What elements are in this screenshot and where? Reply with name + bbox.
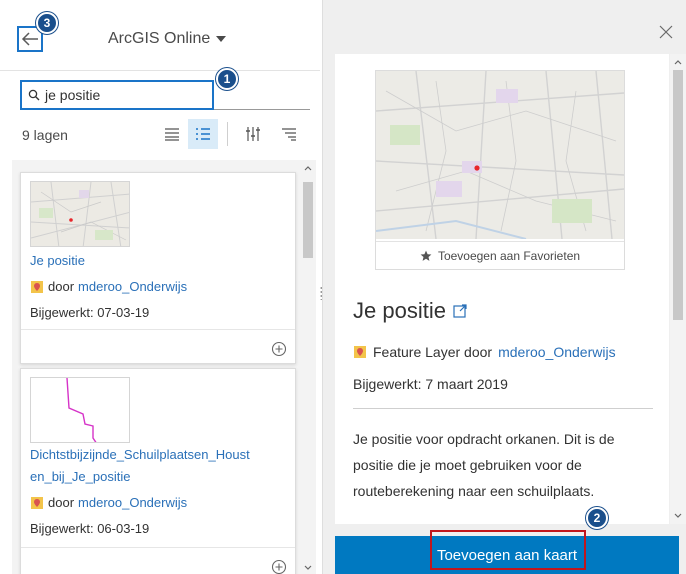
detail-divider (353, 408, 653, 409)
layer-thumbnail[interactable] (30, 181, 130, 247)
filter-button[interactable] (238, 119, 268, 149)
arrow-left-icon (21, 32, 38, 46)
owner-link[interactable]: mderoo_Onderwijs (498, 344, 616, 360)
layer-title-link[interactable]: Je positie (30, 251, 85, 271)
preview-map (376, 71, 624, 239)
updated-date: Bijgewerkt: 06-03-19 (30, 521, 150, 536)
layer-title-link[interactable]: Dichtstbijzijnde_Schuilplaatsen_Houst (30, 445, 250, 465)
scrollbar-thumb[interactable] (673, 70, 683, 320)
star-icon (420, 250, 432, 261)
owner-link[interactable]: mderoo_Onderwijs (78, 495, 187, 510)
results-list: Je positie door mderoo_Onderwijs Bijgewe… (12, 160, 310, 574)
search-underline (214, 109, 310, 110)
close-icon[interactable] (658, 24, 674, 40)
search-icon (28, 89, 40, 101)
external-link-icon[interactable] (452, 303, 468, 319)
layer-title: Je positie (353, 298, 468, 324)
detail-list-view-button[interactable] (188, 119, 218, 149)
scroll-up-icon (674, 60, 682, 65)
source-dropdown[interactable]: ArcGIS Online (108, 30, 227, 48)
scroll-up-icon (304, 166, 312, 171)
card-divider (21, 547, 295, 548)
owner-prefix: door (48, 279, 75, 294)
add-layer-icon[interactable] (271, 559, 287, 574)
preview-map-image (376, 71, 624, 239)
list-compact-icon (165, 128, 179, 141)
layer-type: Feature Layer door (373, 344, 493, 360)
favorite-label: Toevoegen aan Favorieten (437, 248, 581, 263)
layer-detail-panel: Toevoegen aan Favorieten Je positie Feat… (322, 0, 686, 574)
detail-updated-date: Bijgewerkt: 7 maart 2019 (353, 376, 508, 392)
add-to-map-highlight (430, 530, 586, 570)
card-divider (21, 329, 295, 330)
feature-layer-icon (31, 280, 43, 293)
layer-title-link-continued[interactable]: en_bij_Je_positie (30, 467, 130, 487)
layer-description: Je positie voor opdracht orkanen. Dit is… (353, 431, 615, 499)
feature-layer-icon (31, 496, 43, 509)
list-detail-icon (196, 128, 210, 140)
caret-down-icon (216, 36, 227, 42)
feature-layer-icon (354, 346, 366, 358)
layer-browser-panel: 3 ArcGIS Online je positie 1 9 lagen Je … (0, 0, 320, 574)
detail-title-text: Je positie (353, 298, 446, 323)
list-item[interactable]: Dichtstbijzijnde_Schuilplaatsen_Houst en… (20, 368, 296, 574)
sort-icon (282, 128, 296, 141)
toolbar-separator (227, 122, 228, 146)
scroll-down-icon (674, 513, 682, 518)
add-to-favorites-button[interactable]: Toevoegen aan Favorieten (376, 241, 624, 269)
detail-scrollbar[interactable] (670, 54, 686, 524)
owner-link[interactable]: mderoo_Onderwijs (78, 279, 187, 294)
compact-list-view-button[interactable] (157, 119, 187, 149)
scrollbar-thumb[interactable] (303, 182, 313, 258)
detail-content: Toevoegen aan Favorieten Je positie Feat… (335, 54, 669, 524)
owner-line: door mderoo_Onderwijs (30, 495, 187, 510)
owner-line: door mderoo_Onderwijs (30, 279, 187, 294)
map-thumbnail-image (31, 182, 129, 246)
divider (0, 70, 320, 71)
results-scrollbar[interactable] (300, 160, 316, 574)
step-badge-1: 1 (216, 68, 238, 90)
route-thumbnail-image (31, 378, 129, 442)
step-badge-2: 2 (586, 507, 608, 529)
layer-preview: Toevoegen aan Favorieten (375, 70, 625, 270)
step-badge-3: 3 (36, 12, 58, 34)
updated-date: Bijgewerkt: 07-03-19 (30, 305, 150, 320)
list-item[interactable]: Je positie door mderoo_Onderwijs Bijgewe… (20, 172, 296, 364)
add-layer-icon[interactable] (271, 341, 287, 357)
scroll-down-icon (304, 565, 312, 570)
result-count: 9 lagen (22, 127, 68, 143)
filter-sliders-icon (246, 127, 260, 141)
sort-button[interactable] (274, 119, 304, 149)
search-value: je positie (45, 87, 101, 103)
source-label: ArcGIS Online (108, 30, 211, 47)
detail-owner-line: Feature Layer door mderoo_Onderwijs (353, 344, 616, 360)
search-input[interactable]: je positie (20, 80, 214, 110)
layer-thumbnail[interactable] (30, 377, 130, 443)
owner-prefix: door (48, 495, 75, 510)
